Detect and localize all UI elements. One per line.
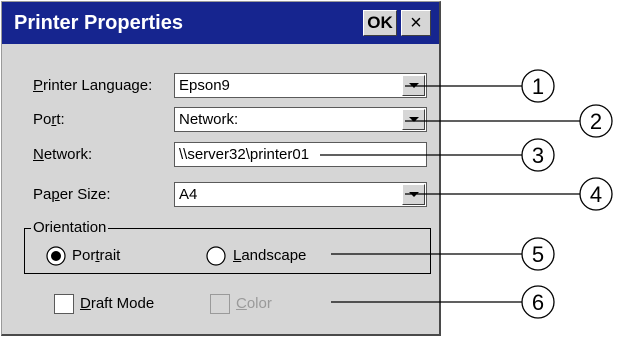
- callout-4: 4: [405, 177, 613, 211]
- callout-2: 2: [405, 104, 613, 138]
- svg-text:3: 3: [532, 143, 544, 168]
- svg-text:2: 2: [590, 109, 602, 134]
- callout-1: 1: [405, 69, 555, 103]
- svg-text:6: 6: [532, 290, 544, 315]
- svg-text:1: 1: [532, 74, 544, 99]
- callouts-layer: 1 2 3 4 5 6: [320, 69, 613, 319]
- svg-text:4: 4: [590, 182, 602, 207]
- callout-6: 6: [331, 285, 555, 319]
- callout-3: 3: [320, 138, 555, 172]
- svg-text:5: 5: [532, 242, 544, 267]
- callout-5: 5: [331, 237, 555, 271]
